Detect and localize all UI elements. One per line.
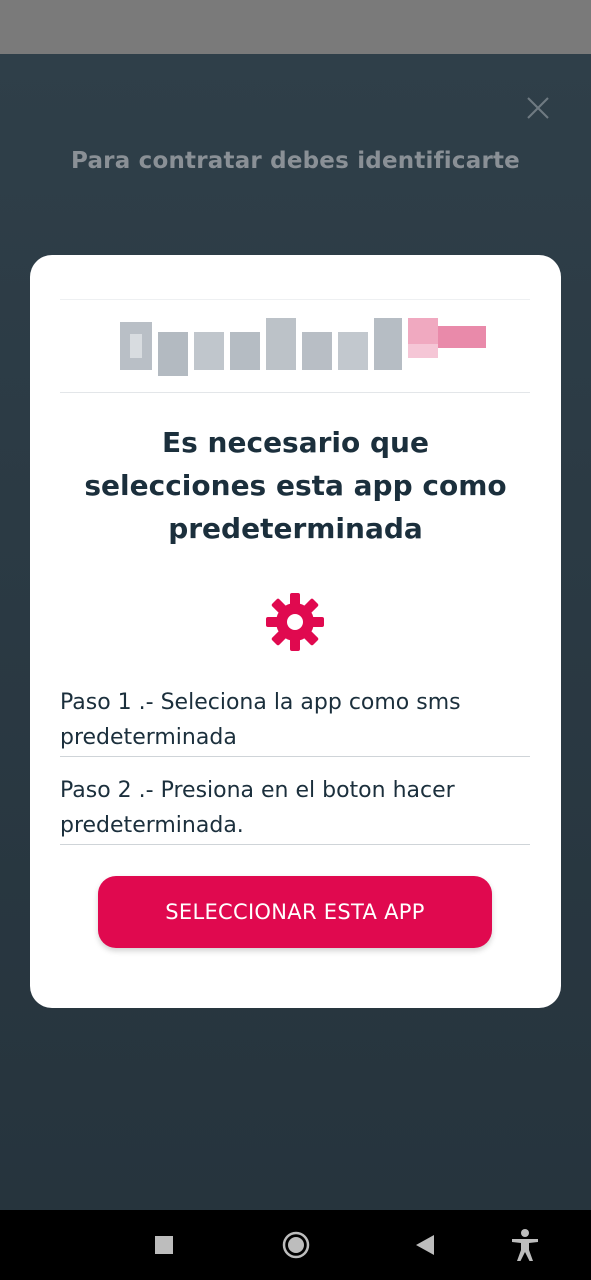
brand-logo <box>120 318 486 376</box>
dialog-title: Es necesario que selecciones esta app co… <box>84 426 507 545</box>
back-icon[interactable] <box>414 1233 436 1257</box>
step-2-text: Paso 2 .- Presiona en el boton hacer pre… <box>60 773 530 845</box>
home-icon[interactable] <box>281 1230 311 1260</box>
status-bar <box>0 0 591 54</box>
system-navigation-bar <box>0 1210 591 1280</box>
page-title: Para contratar debes identificarte <box>71 148 520 174</box>
step-1-text: Paso 1 .- Seleciona la app como sms pred… <box>60 685 530 757</box>
close-icon[interactable] <box>522 92 554 124</box>
gear-icon <box>266 593 324 651</box>
accessibility-icon[interactable] <box>510 1228 540 1262</box>
recents-icon[interactable] <box>154 1235 174 1255</box>
logo-container <box>60 299 530 393</box>
default-app-dialog: Es necesario que selecciones esta app co… <box>30 255 561 1008</box>
select-app-button[interactable]: SELECCIONAR ESTA APP <box>98 876 492 948</box>
